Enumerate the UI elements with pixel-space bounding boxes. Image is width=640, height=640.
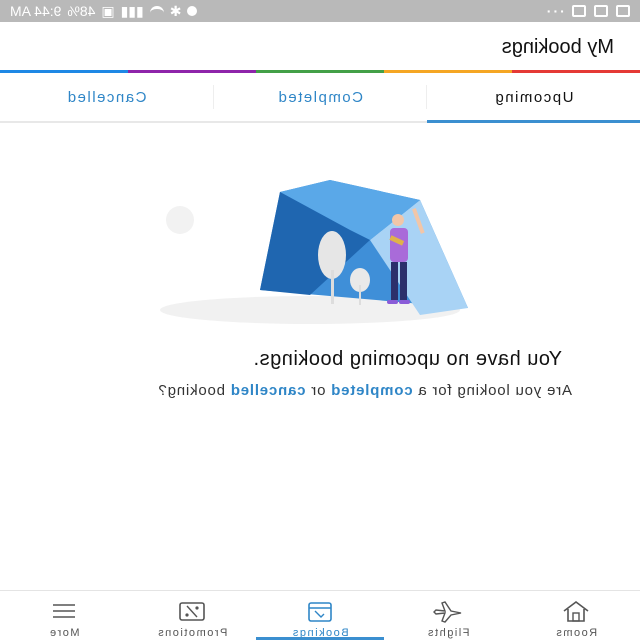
nav-item-promotions[interactable]: Promotions [128,591,256,640]
empty-state-message: Are you looking for a completed or cance… [62,380,572,402]
image-icon [594,5,608,17]
calendar-icon [308,602,332,622]
bottom-nav: Rooms Flights Bookings Promotions More [0,590,640,640]
tab-upcoming[interactable]: Upcoming [427,73,640,121]
message-text: or [305,382,331,399]
app-screen: ··· ✱ ▮▮▮ ▣ 48% 9:44 AM My bookings Upco… [0,0,640,640]
tree-trunk [331,270,334,304]
nav-label: More [48,627,80,639]
mail-icon [572,5,586,17]
menu-icon [53,604,75,618]
status-right: ✱ ▮▮▮ ▣ 48% 9:44 AM [10,3,198,20]
message-text: booking? [157,382,230,399]
nav-item-bookings[interactable]: Bookings [256,591,384,640]
battery-percent: 48% [67,3,96,19]
tab-cancelled[interactable]: Cancelled [0,73,213,121]
tab-label: Completed [276,88,364,106]
clock: 9:44 AM [10,3,62,19]
nav-label: Rooms [554,627,598,639]
small-tree-trunk [359,285,361,305]
signal-icon: ▮▮▮ [120,2,144,19]
status-left: ··· [544,3,630,19]
house-icon [563,601,589,622]
page-title: My bookings [501,35,614,58]
tab-label: Upcoming [493,88,574,106]
decor-circle [166,206,194,234]
nav-item-flights[interactable]: Flights [384,591,512,640]
app-header: My bookings [0,22,640,72]
message-text: Are you looking for a [412,382,572,399]
airplane-icon [433,601,462,623]
location-icon [187,6,198,16]
tag-icon [179,602,205,621]
nav-label: Flights [426,627,470,639]
notification-icon [616,5,630,17]
nav-label: Promotions [156,627,228,639]
nav-label: Bookings [291,627,349,639]
more-notifications-icon: ··· [544,3,564,19]
tab-completed[interactable]: Completed [214,73,427,121]
bluetooth-icon: ✱ [169,2,182,19]
booking-tabs: Upcoming Completed Cancelled [0,73,640,123]
status-bar: ··· ✱ ▮▮▮ ▣ 48% 9:44 AM [0,0,640,22]
empty-state-title: You have no upcoming bookings. [253,348,562,370]
cancelled-link[interactable]: cancelled [230,382,306,399]
completed-link[interactable]: completed [330,382,412,399]
wifi-icon [149,6,164,16]
battery-icon: ▣ [101,2,115,19]
empty-state-illustration [160,180,468,324]
nav-item-more[interactable]: More [0,591,128,640]
tab-label: Cancelled [66,88,147,106]
nav-item-rooms[interactable]: Rooms [512,591,640,640]
